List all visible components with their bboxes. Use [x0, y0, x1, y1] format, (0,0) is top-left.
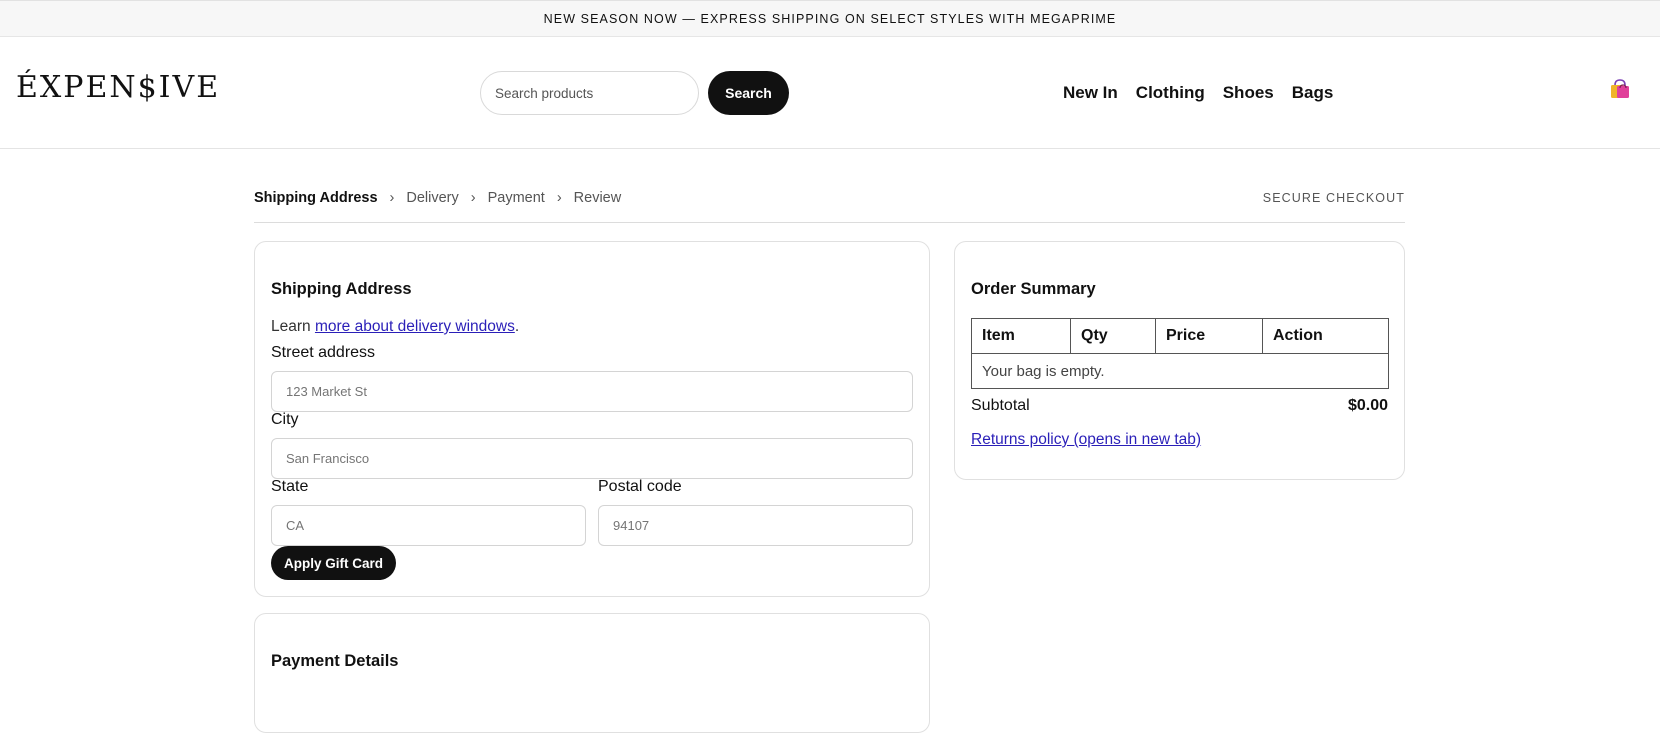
checkout-steps: Shipping Address › Delivery › Payment › … [254, 186, 1405, 223]
step-review: Review [573, 190, 622, 206]
returns-policy-link[interactable]: Returns policy (opens in new tab) [971, 431, 1201, 449]
subtotal-value: $0.00 [1347, 397, 1388, 414]
column-header-action: Action [1262, 318, 1389, 354]
state-input[interactable] [271, 505, 586, 546]
delivery-windows-link[interactable]: more about delivery windows [315, 318, 515, 335]
order-summary-card: Order Summary Item Qty Price Action Your… [954, 241, 1405, 480]
shipping-address-card: Shipping Address Learn more about delive… [254, 241, 930, 597]
delivery-info-text: Learn more about delivery windows. [271, 318, 519, 336]
step-separator: › [470, 190, 476, 206]
street-address-input[interactable] [271, 371, 913, 412]
apply-gift-card-button[interactable]: Apply Gift Card [271, 546, 396, 580]
order-summary-table: Item Qty Price Action Your bag is empty. [971, 318, 1389, 389]
postal-code-input[interactable] [598, 505, 913, 546]
column-header-qty: Qty [1070, 318, 1156, 354]
city-label: City [271, 411, 299, 428]
step-separator: › [556, 190, 562, 206]
secure-checkout-label: SECURE CHECKOUT [1262, 191, 1405, 205]
learn-suffix: . [514, 318, 520, 335]
postal-code-label: Postal code [598, 478, 682, 495]
street-address-label: Street address [271, 344, 376, 361]
search-button[interactable]: Search [708, 71, 789, 115]
shipping-address-title: Shipping Address [271, 280, 412, 298]
step-payment: Payment [487, 190, 545, 206]
shopping-bag-icon[interactable] [1609, 78, 1631, 100]
payment-details-title: Payment Details [271, 652, 399, 670]
step-separator: › [389, 190, 395, 206]
nav-item-shoes[interactable]: Shoes [1223, 83, 1274, 103]
step-shipping-address: Shipping Address [254, 190, 378, 206]
order-summary-title: Order Summary [971, 280, 1096, 298]
city-input[interactable] [271, 438, 913, 479]
learn-prefix: Learn [271, 318, 315, 335]
table-row: Your bag is empty. [971, 353, 1389, 389]
nav-item-bags[interactable]: Bags [1292, 83, 1334, 103]
empty-bag-message: Your bag is empty. [971, 353, 1389, 389]
nav-item-new-in[interactable]: New In [1063, 83, 1118, 103]
payment-details-card: Payment Details [254, 613, 930, 733]
column-header-item: Item [971, 318, 1071, 354]
subtotal-label: Subtotal [971, 397, 1030, 414]
nav-item-clothing[interactable]: Clothing [1136, 83, 1205, 103]
site-header: ÉXPEN$IVE Search New In Clothing Shoes B… [0, 37, 1660, 149]
column-header-price: Price [1155, 318, 1263, 354]
promo-banner: NEW SEASON NOW — EXPRESS SHIPPING ON SEL… [0, 0, 1660, 37]
main-nav: New In Clothing Shoes Bags [1063, 83, 1351, 103]
search-input[interactable] [480, 71, 699, 115]
step-delivery: Delivery [406, 190, 459, 206]
state-label: State [271, 478, 309, 495]
site-logo[interactable]: ÉXPEN$IVE [16, 70, 220, 105]
